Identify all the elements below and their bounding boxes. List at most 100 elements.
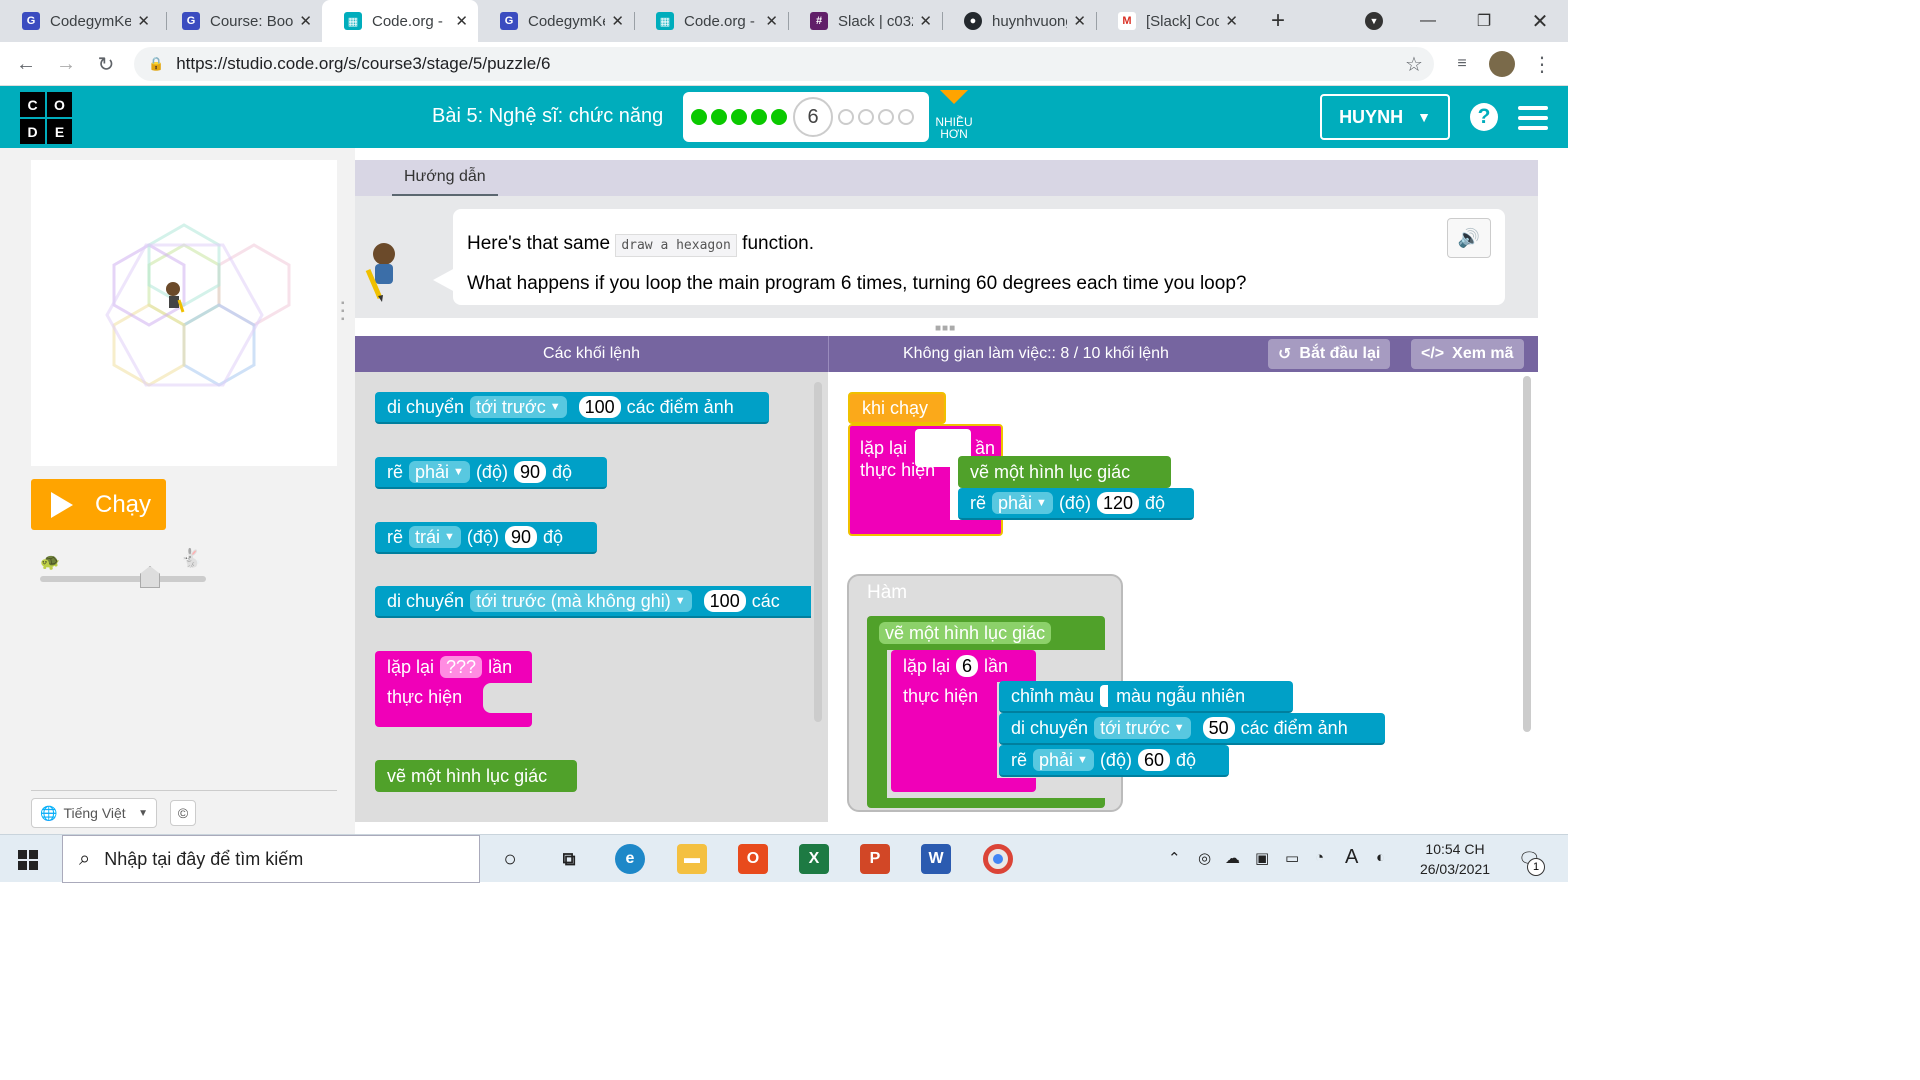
- level-dot-todo[interactable]: [898, 109, 914, 125]
- level-dot-complete[interactable]: [751, 109, 767, 125]
- direction-dropdown[interactable]: tới trước ▼: [470, 396, 567, 418]
- level-dot-complete[interactable]: [731, 109, 747, 125]
- media-control-icon[interactable]: ≡: [1448, 50, 1476, 78]
- turn-direction-dropdown[interactable]: trái ▼: [409, 526, 461, 548]
- slider-thumb[interactable]: [140, 566, 160, 588]
- speed-slider[interactable]: 🐢 🐇: [38, 548, 208, 588]
- turn-direction-dropdown[interactable]: phải ▼: [992, 492, 1053, 514]
- edge-icon[interactable]: e: [615, 844, 645, 874]
- tray-expand-icon[interactable]: ⌃: [1168, 849, 1181, 867]
- repeat-count-field[interactable]: ???: [440, 656, 483, 678]
- office-icon[interactable]: O: [738, 844, 768, 874]
- block-draw-hexagon[interactable]: vẽ một hình lục giác: [375, 760, 577, 792]
- language-select[interactable]: 🌐 Tiếng Việt ▼: [31, 798, 157, 828]
- toolbox-scrollbar[interactable]: [814, 382, 822, 722]
- level-dot-todo[interactable]: [838, 109, 854, 125]
- text-to-speech-icon[interactable]: 🔊: [1447, 218, 1491, 258]
- block-turn-right[interactable]: rẽ phải ▼ (độ) 90 độ: [375, 457, 607, 489]
- start-menu-icon[interactable]: [18, 850, 38, 870]
- close-tab-icon[interactable]: ✕: [299, 12, 312, 30]
- new-tab-icon[interactable]: +: [1250, 0, 1306, 42]
- browser-tab[interactable]: # Slack | c032 ✕: [788, 0, 942, 42]
- browser-tab[interactable]: ▦ Code.org - ✕: [634, 0, 788, 42]
- browser-menu-icon[interactable]: ⋮: [1528, 50, 1556, 78]
- close-tab-icon[interactable]: ✕: [137, 12, 150, 30]
- direction-dropdown[interactable]: tới trước (mà không ghi) ▼: [470, 590, 692, 612]
- forward-icon[interactable]: →: [52, 50, 80, 78]
- direction-dropdown[interactable]: tới trước ▼: [1094, 717, 1191, 739]
- block-turn-left[interactable]: rẽ trái ▼ (độ) 90 độ: [375, 522, 597, 554]
- word-icon[interactable]: W: [921, 844, 951, 874]
- angle-field[interactable]: 90: [513, 461, 546, 483]
- taskbar-search[interactable]: ⌕ Nhập tại đây để tìm kiếm: [62, 835, 480, 883]
- close-tab-icon[interactable]: ✕: [1225, 12, 1238, 30]
- taskbar-clock[interactable]: 10:54 CH 26/03/2021: [1412, 839, 1498, 879]
- network-share-icon[interactable]: ▣: [1255, 849, 1269, 867]
- close-tab-icon[interactable]: ✕: [611, 12, 624, 30]
- distance-field[interactable]: 100: [703, 590, 746, 612]
- browser-tab-active[interactable]: ▦ Code.org - ✕: [322, 0, 478, 42]
- angle-field[interactable]: 60: [1137, 749, 1170, 771]
- turn-direction-dropdown[interactable]: phải ▼: [409, 461, 470, 483]
- reload-icon[interactable]: ↻: [92, 50, 120, 78]
- block-when-run[interactable]: khi chạy: [848, 392, 946, 424]
- level-dot-complete[interactable]: [691, 109, 707, 125]
- powerpoint-icon[interactable]: P: [860, 844, 890, 874]
- codeorg-logo[interactable]: C O D E: [20, 92, 72, 144]
- browser-tab[interactable]: G CodegymKe ✕: [478, 0, 634, 42]
- chrome-icon[interactable]: [983, 844, 1013, 874]
- wifi-icon[interactable]: ◔: [1315, 849, 1324, 866]
- lesson-title[interactable]: Bài 5: Nghệ sĩ: chức năng: [432, 105, 663, 128]
- run-button[interactable]: Chạy: [31, 479, 166, 530]
- reset-button[interactable]: ↺ Bắt đầu lại: [1268, 339, 1391, 369]
- browser-tab[interactable]: G CodegymKe ✕: [0, 0, 160, 42]
- close-tab-icon[interactable]: ✕: [455, 12, 468, 30]
- level-dot-complete[interactable]: [771, 109, 787, 125]
- workspace-scrollbar[interactable]: [1523, 376, 1531, 732]
- block-move-forward[interactable]: di chuyển tới trước ▼ 50 các điểm ảnh: [999, 713, 1385, 745]
- resize-handle-horizontal[interactable]: ■■■: [935, 323, 956, 334]
- angle-field[interactable]: 90: [504, 526, 537, 548]
- meet-icon[interactable]: ◎: [1198, 849, 1211, 867]
- browser-tab[interactable]: M [Slack] Cod ✕: [1096, 0, 1248, 42]
- onedrive-icon[interactable]: ☁: [1225, 849, 1240, 867]
- current-level[interactable]: 6: [793, 97, 833, 137]
- browser-tab[interactable]: G Course: Boo ✕: [160, 0, 322, 42]
- more-levels[interactable]: NHIỀU HƠN: [934, 90, 974, 140]
- volume-icon[interactable]: ◐: [1376, 849, 1385, 866]
- ime-icon[interactable]: A: [1345, 846, 1358, 869]
- distance-field[interactable]: 100: [578, 396, 621, 418]
- block-set-color[interactable]: chỉnh màu màu ngẫu nhiên: [999, 681, 1293, 713]
- hamburger-menu-icon[interactable]: [1518, 106, 1548, 136]
- show-code-button[interactable]: </> Xem mã: [1411, 339, 1524, 369]
- minimize-icon[interactable]: —: [1400, 0, 1456, 42]
- block-turn-right[interactable]: rẽ phải ▼ (độ) 60 độ: [999, 745, 1229, 777]
- level-dot-todo[interactable]: [878, 109, 894, 125]
- resize-handle-vertical[interactable]: ▪ ▪ ▪: [341, 299, 345, 325]
- block-call-hexagon[interactable]: vẽ một hình lục giác: [958, 456, 1171, 488]
- function-name-field[interactable]: vẽ một hình lục giác: [879, 622, 1052, 644]
- level-dot-complete[interactable]: [711, 109, 727, 125]
- user-menu-button[interactable]: HUYNH ▼: [1320, 94, 1450, 140]
- block-repeat[interactable]: lặp lại ??? lần thực hiện: [375, 651, 532, 727]
- close-tab-icon[interactable]: ✕: [1073, 12, 1086, 30]
- cortana-icon[interactable]: ○: [495, 844, 525, 874]
- browser-tab[interactable]: ● huynhvuong ✕: [942, 0, 1096, 42]
- file-explorer-icon[interactable]: ▬: [677, 844, 707, 874]
- task-view-icon[interactable]: ⧉: [554, 844, 584, 874]
- excel-icon[interactable]: X: [799, 844, 829, 874]
- angle-field[interactable]: 120: [1096, 492, 1139, 514]
- distance-field[interactable]: 50: [1202, 717, 1235, 739]
- block-move-forward[interactable]: di chuyển tới trước ▼ 100 các điểm ảnh: [375, 392, 769, 424]
- address-bar[interactable]: 🔒 https://studio.code.org/s/course3/stag…: [134, 47, 1434, 81]
- level-dot-todo[interactable]: [858, 109, 874, 125]
- block-jump-forward[interactable]: di chuyển tới trước (mà không ghi) ▼ 100 …: [375, 586, 811, 618]
- tab-search-icon[interactable]: ▼: [1346, 0, 1402, 42]
- back-icon[interactable]: ←: [12, 50, 40, 78]
- tab-instructions[interactable]: Hướng dẫn: [392, 168, 498, 196]
- copyright-button[interactable]: ©: [170, 800, 196, 826]
- restore-icon[interactable]: ❐: [1456, 0, 1512, 42]
- close-tab-icon[interactable]: ✕: [919, 12, 932, 30]
- bookmark-star-icon[interactable]: ☆: [1400, 50, 1428, 78]
- battery-icon[interactable]: ▭: [1285, 849, 1299, 867]
